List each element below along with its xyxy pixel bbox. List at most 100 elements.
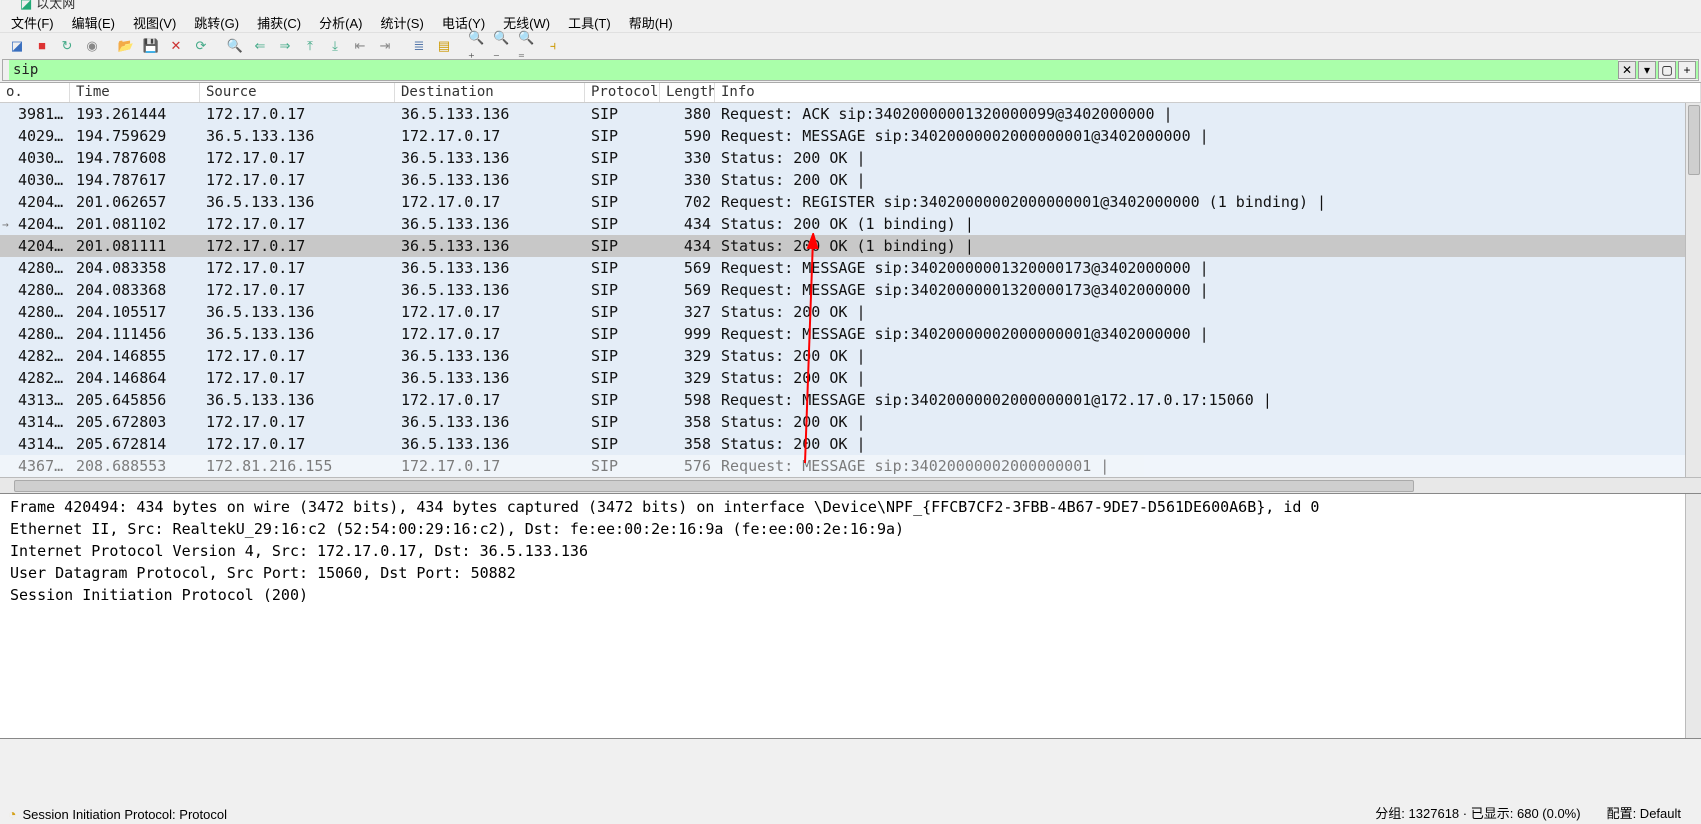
cell-src: 172.17.0.17 — [200, 215, 395, 233]
find-icon[interactable]: 🔍 — [224, 35, 246, 57]
cell-dst: 36.5.133.136 — [395, 149, 585, 167]
packet-row[interactable]: 4204…201.081102172.17.0.1736.5.133.136SI… — [0, 213, 1701, 235]
cell-src: 172.81.216.155 — [200, 457, 395, 475]
menu-item[interactable]: 统计(S) — [373, 11, 430, 34]
cell-len: 327 — [660, 303, 715, 321]
options-icon[interactable]: ◉ — [81, 35, 103, 57]
cell-src: 36.5.133.136 — [200, 127, 395, 145]
filter-history-button[interactable]: ▾ — [1638, 61, 1656, 79]
menu-item[interactable]: 跳转(G) — [187, 11, 246, 34]
zoom-in-icon[interactable]: 🔍₊ — [467, 35, 489, 57]
cell-time: 201.062657 — [70, 193, 200, 211]
packet-row[interactable]: 4282…204.146864172.17.0.1736.5.133.136SI… — [0, 367, 1701, 389]
packet-row[interactable]: 4030…194.787617172.17.0.1736.5.133.136SI… — [0, 169, 1701, 191]
resize-cols-icon[interactable]: ⫞ — [542, 35, 564, 57]
col-header-length[interactable]: Length — [660, 83, 715, 102]
last-icon[interactable]: ⇥ — [374, 35, 396, 57]
detail-line[interactable]: User Datagram Protocol, Src Port: 15060,… — [10, 564, 1691, 586]
menu-item[interactable]: 分析(A) — [312, 11, 369, 34]
cell-no: 4280… — [0, 281, 70, 299]
menu-item[interactable]: 帮助(H) — [622, 11, 680, 34]
detail-line[interactable]: Session Initiation Protocol (200) — [10, 586, 1691, 608]
packet-details-pane[interactable]: Frame 420494: 434 bytes on wire (3472 bi… — [0, 494, 1701, 739]
packet-row[interactable]: 4029…194.75962936.5.133.136172.17.0.17SI… — [0, 125, 1701, 147]
cell-info: Status: 200 OK (1 binding) | — [715, 215, 1701, 233]
packet-row[interactable]: 4313…205.64585636.5.133.136172.17.0.17SI… — [0, 389, 1701, 411]
detail-line[interactable]: Internet Protocol Version 4, Src: 172.17… — [10, 542, 1691, 564]
expert-info-icon[interactable]: ◔ — [8, 806, 16, 822]
stop-icon[interactable]: ■ — [31, 35, 53, 57]
menu-item[interactable]: 编辑(E) — [65, 11, 122, 34]
jump-prev-icon[interactable]: ⤒ — [299, 35, 321, 57]
details-vscrollbar[interactable] — [1685, 494, 1701, 738]
col-header-protocol[interactable]: Protocol — [585, 83, 660, 102]
first-icon[interactable]: ⇤ — [349, 35, 371, 57]
cell-len: 358 — [660, 435, 715, 453]
status-profile[interactable]: 配置: Default — [1607, 803, 1681, 822]
col-header-time[interactable]: Time — [70, 83, 200, 102]
menu-item[interactable]: 视图(V) — [126, 11, 183, 34]
cell-no: 4280… — [0, 303, 70, 321]
fin-icon[interactable]: ◪ — [6, 35, 28, 57]
packet-list-header[interactable]: o. Time Source Destination Protocol Leng… — [0, 83, 1701, 103]
col-header-destination[interactable]: Destination — [395, 83, 585, 102]
cell-info: Status: 200 OK | — [715, 347, 1701, 365]
packet-row[interactable]: 4280…204.083368172.17.0.1736.5.133.136SI… — [0, 279, 1701, 301]
zoom-out-icon[interactable]: 🔍₋ — [492, 35, 514, 57]
status-bar: ◔ Session Initiation Protocol: Protocol … — [0, 739, 1701, 824]
packet-list-hscrollbar[interactable] — [0, 477, 1701, 493]
col-header-info[interactable]: Info — [715, 83, 1701, 102]
packet-row[interactable]: 4314…205.672814172.17.0.1736.5.133.136SI… — [0, 433, 1701, 455]
packet-row[interactable]: 4280…204.083358172.17.0.1736.5.133.136SI… — [0, 257, 1701, 279]
packet-row[interactable]: 4280…204.10551736.5.133.136172.17.0.17SI… — [0, 301, 1701, 323]
col-header-no[interactable]: o. — [0, 83, 70, 102]
cell-proto: SIP — [585, 171, 660, 189]
cell-time: 205.672814 — [70, 435, 200, 453]
jump-next-icon[interactable]: ⤓ — [324, 35, 346, 57]
cell-no: 4030… — [0, 149, 70, 167]
autoscroll-icon[interactable]: ≣ — [408, 35, 430, 57]
packet-row[interactable]: 3981…193.261444172.17.0.1736.5.133.136SI… — [0, 103, 1701, 125]
cell-src: 36.5.133.136 — [200, 193, 395, 211]
display-filter-input[interactable] — [9, 60, 1618, 80]
close-icon[interactable]: ✕ — [165, 35, 187, 57]
cell-dst: 36.5.133.136 — [395, 105, 585, 123]
cell-dst: 36.5.133.136 — [395, 281, 585, 299]
cell-no: 4314… — [0, 435, 70, 453]
hscrollbar-thumb[interactable] — [14, 480, 1414, 492]
filter-clear-button[interactable]: ✕ — [1618, 61, 1636, 79]
menu-item[interactable]: 文件(F) — [4, 11, 61, 34]
open-icon[interactable]: 📂 — [115, 35, 137, 57]
packet-row[interactable]: 4204…201.06265736.5.133.136172.17.0.17SI… — [0, 191, 1701, 213]
packet-row[interactable]: 4282…204.146855172.17.0.1736.5.133.136SI… — [0, 345, 1701, 367]
next-icon[interactable]: ⇒ — [274, 35, 296, 57]
col-header-source[interactable]: Source — [200, 83, 395, 102]
cell-no: 4204… — [0, 237, 70, 255]
cell-src: 172.17.0.17 — [200, 281, 395, 299]
zoom-reset-icon[interactable]: 🔍₌ — [517, 35, 539, 57]
save-icon[interactable]: 💾 — [140, 35, 162, 57]
vscrollbar-thumb[interactable] — [1688, 105, 1700, 175]
menu-item[interactable]: 工具(T) — [561, 11, 618, 34]
packet-row[interactable]: 4367…208.688553172.81.216.155172.17.0.17… — [0, 455, 1701, 477]
menu-item[interactable]: 捕获(C) — [250, 11, 308, 34]
packet-row[interactable]: 4280…204.11145636.5.133.136172.17.0.17SI… — [0, 323, 1701, 345]
prev-icon[interactable]: ⇐ — [249, 35, 271, 57]
cell-len: 702 — [660, 193, 715, 211]
packet-row[interactable]: 4314…205.672803172.17.0.1736.5.133.136SI… — [0, 411, 1701, 433]
filter-add-button[interactable]: + — [1678, 61, 1696, 79]
cell-src: 172.17.0.17 — [200, 435, 395, 453]
packet-row[interactable]: 4204…201.081111172.17.0.1736.5.133.136SI… — [0, 235, 1701, 257]
reload-icon[interactable]: ⟳ — [190, 35, 212, 57]
detail-line[interactable]: Ethernet II, Src: RealtekU_29:16:c2 (52:… — [10, 520, 1691, 542]
colorize-icon[interactable]: ▤ — [433, 35, 455, 57]
packet-list-vscrollbar[interactable] — [1685, 103, 1701, 477]
status-packets: 分组: 1327618 · 已显示: 680 (0.0%) — [1375, 803, 1580, 822]
cell-time: 205.672803 — [70, 413, 200, 431]
packet-row[interactable]: 4030…194.787608172.17.0.1736.5.133.136SI… — [0, 147, 1701, 169]
detail-line[interactable]: Frame 420494: 434 bytes on wire (3472 bi… — [10, 498, 1691, 520]
restart-icon[interactable]: ↻ — [56, 35, 78, 57]
filter-apply-button[interactable]: ▢ — [1658, 61, 1676, 79]
cell-info: Status: 200 OK | — [715, 413, 1701, 431]
menubar: 文件(F)编辑(E)视图(V)跳转(G)捕获(C)分析(A)统计(S)电话(Y)… — [0, 12, 1701, 32]
